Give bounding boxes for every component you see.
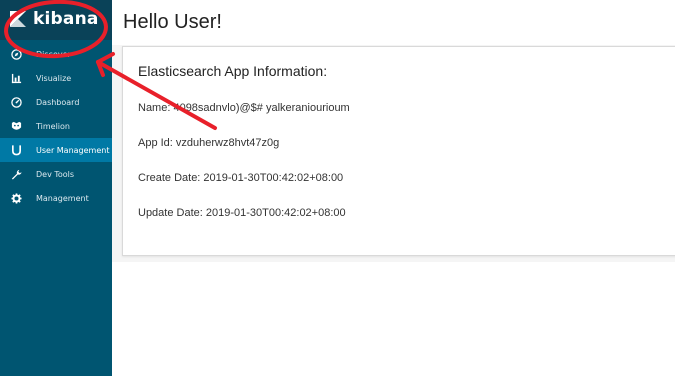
kibana-logo-icon (10, 11, 26, 27)
page-title: Hello User! (123, 11, 222, 33)
app-info-panel: Elasticsearch App Information: Name: 409… (122, 46, 675, 256)
timelion-icon (8, 121, 24, 132)
sidebar-item-visualize[interactable]: Visualize (0, 66, 112, 90)
logo-text: kibana (33, 9, 99, 29)
bar-chart-icon (8, 73, 24, 84)
sidebar-item-label: Timelion (36, 121, 70, 131)
update-date-text: Update Date: 2019-01-30T00:42:02+08:00 (138, 207, 346, 219)
kibana-logo[interactable]: kibana (0, 0, 112, 40)
sidebar-item-label: User Management (36, 145, 110, 155)
wrench-icon (8, 169, 24, 180)
sidebar-item-label: Visualize (36, 73, 72, 83)
compass-icon (8, 48, 24, 60)
sidebar-item-management[interactable]: Management (0, 186, 112, 210)
sidebar-item-discover[interactable]: Discover (0, 42, 112, 66)
app-name-text: Name: 4098sadnvlo)@$# yalkeraniourioum (138, 102, 350, 114)
sidebar-item-label: Dashboard (36, 97, 80, 107)
sidebar-item-label: Dev Tools (36, 169, 75, 179)
sidebar-item-timelion[interactable]: Timelion (0, 114, 112, 138)
create-date-text: Create Date: 2019-01-30T00:42:02+08:00 (138, 172, 344, 184)
gear-icon (8, 192, 24, 204)
sidebar-item-label: Management (36, 193, 89, 203)
panel-heading: Elasticsearch App Information: (138, 63, 328, 79)
sidebar-item-user-management[interactable]: User Management (0, 138, 112, 162)
sidebar-item-dev-tools[interactable]: Dev Tools (0, 162, 112, 186)
sidebar-item-dashboard[interactable]: Dashboard (0, 90, 112, 114)
sidebar-nav: Discover Visualize Dashboard Timelion Us… (0, 42, 112, 210)
content-area-lower (112, 262, 675, 376)
user-management-icon (8, 144, 24, 156)
sidebar-item-label: Discover (36, 49, 71, 59)
sidebar: kibana Discover Visualize Dashboard Time… (0, 0, 112, 376)
dashboard-icon (8, 96, 24, 108)
app-id-text: App Id: vzduherwz8hvt47z0g (138, 137, 280, 149)
